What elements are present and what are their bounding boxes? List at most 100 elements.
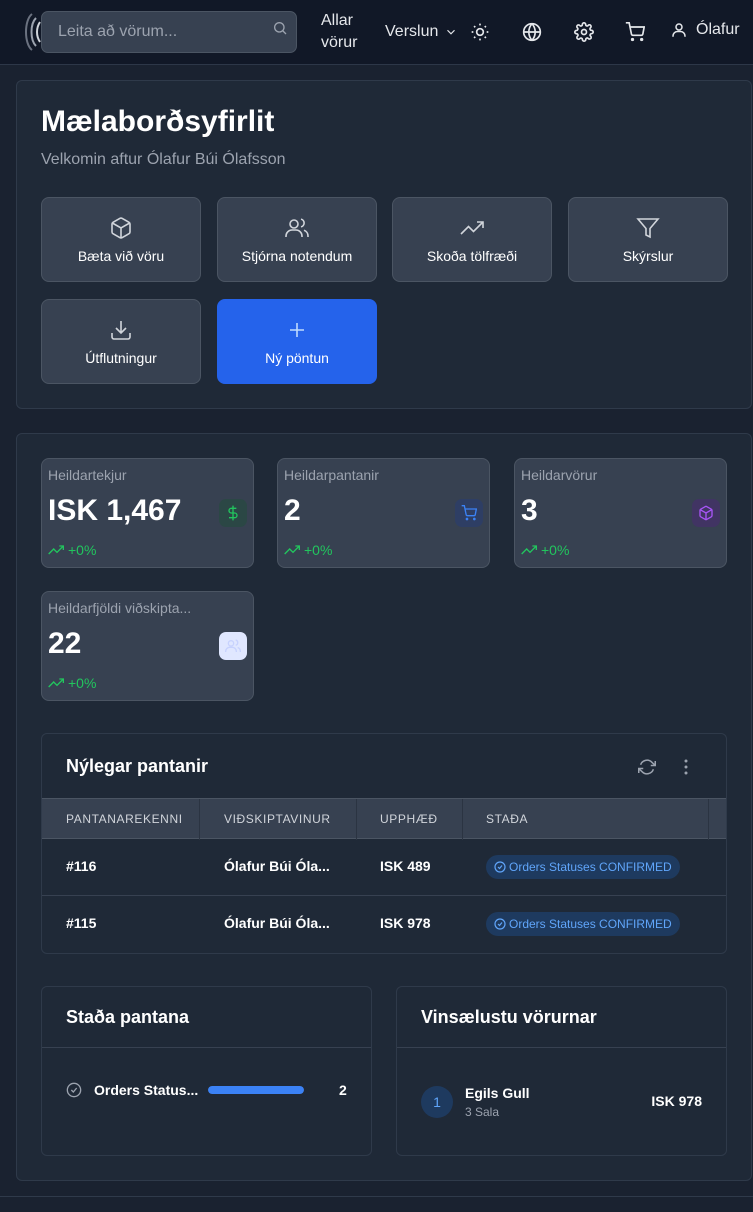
action-label: Skoða tölfræði: [426, 247, 518, 264]
table-header: PANTANAREKENNI VIÐSKIPTAVINUR UPPHÆÐ STA…: [42, 798, 726, 840]
action-label: Bæta við vöru: [77, 247, 165, 264]
nav-all-products[interactable]: Allar vörur: [321, 10, 371, 54]
product-name[interactable]: Egils Gull: [465, 1085, 530, 1101]
trending-up-icon: [48, 545, 64, 555]
search-box[interactable]: [41, 11, 297, 53]
column-header[interactable]: VIÐSKIPTAVINUR: [224, 812, 331, 826]
top-navbar: Allar vörur Verslun Ólafur: [0, 0, 753, 65]
status-badge: Orders Statuses CONFIRMED: [486, 912, 680, 936]
stat-badge: [455, 499, 483, 527]
stat-trend: +0%: [48, 675, 96, 691]
status-progress-bar: [208, 1086, 304, 1094]
order-customer: Ólafur Búi Óla...: [224, 858, 330, 874]
column-header[interactable]: UPPHÆÐ: [380, 812, 438, 826]
recent-orders-card: Nýlegar pantanir PANTANAREKENNI VIÐSKIPT…: [41, 733, 727, 954]
nav-shop-label: Verslun: [385, 23, 439, 40]
stat-card-customers: Heildarfjöldi viðskipta... 22 +0%: [41, 591, 254, 701]
stat-value: 3: [521, 494, 538, 527]
action-label: Útflutningur: [85, 349, 157, 366]
refresh-icon[interactable]: [638, 758, 656, 776]
trending-up-icon: [284, 545, 300, 555]
check-circle-icon: [494, 861, 506, 873]
status-row: Orders Status...: [66, 1082, 198, 1098]
gear-icon[interactable]: [574, 22, 594, 42]
stat-trend-value: +0%: [541, 542, 570, 558]
rank-badge: 1: [421, 1086, 453, 1118]
add-product-button[interactable]: Bæta við vöru: [41, 197, 201, 282]
recent-orders-title: Nýlegar pantanir: [66, 756, 209, 776]
plus-icon: [290, 322, 304, 337]
status-text: Orders Statuses CONFIRMED: [509, 860, 672, 874]
table-row[interactable]: #116 Ólafur Búi Óla... ISK 489 Orders St…: [42, 839, 726, 896]
stat-value: ISK 1,467: [48, 494, 182, 527]
chevron-down-icon: [447, 29, 456, 35]
order-customer: Ólafur Búi Óla...: [224, 915, 330, 931]
stat-trend: +0%: [521, 542, 569, 558]
stat-card-revenue: Heildartekjur ISK 1,467 +0%: [41, 458, 254, 568]
column-header[interactable]: STAÐA: [486, 812, 528, 826]
column-header[interactable]: PANTANAREKENNI: [66, 812, 183, 826]
cart-icon[interactable]: [625, 22, 645, 42]
more-vertical-icon[interactable]: [682, 758, 690, 776]
view-statistics-button[interactable]: Skoða tölfræði: [392, 197, 552, 282]
stat-trend-value: +0%: [68, 675, 97, 691]
download-icon: [111, 320, 131, 340]
stat-trend: +0%: [284, 542, 332, 558]
popular-products-card: Vinsælustu vörurnar 1 Egils Gull 3 Sala …: [396, 986, 727, 1156]
stat-label: Heildarpantanir: [284, 467, 379, 483]
status-count: 2: [339, 1082, 347, 1098]
trending-up-icon: [48, 678, 64, 688]
action-label: Skýrslur: [622, 247, 674, 264]
stat-trend-value: +0%: [304, 542, 333, 558]
page-title: Mælaborðsyfirlit: [41, 105, 275, 138]
product-sales: 3 Sala: [465, 1105, 500, 1119]
filter-icon: [636, 217, 660, 238]
user-icon: [672, 23, 686, 37]
footer-divider: [0, 1196, 753, 1197]
stat-label: Heildarfjöldi viðskipta...: [48, 600, 192, 616]
order-status-card: Staða pantana Orders Status... 2: [41, 986, 372, 1156]
user-menu[interactable]: Ólafur: [670, 21, 740, 39]
stat-badge: [692, 499, 720, 527]
dollar-icon: [228, 505, 238, 521]
status-progress-fill: [208, 1086, 304, 1094]
table-row[interactable]: #115 Ólafur Búi Óla... ISK 978 Orders St…: [42, 896, 726, 953]
manage-users-button[interactable]: Stjórna notendum: [217, 197, 377, 282]
stat-badge: [219, 632, 247, 660]
order-amount: ISK 978: [380, 915, 431, 931]
stat-card-products: Heildarvörur 3 +0%: [514, 458, 727, 568]
action-label: Stjórna notendum: [241, 247, 353, 264]
users-icon: [225, 639, 241, 652]
stat-trend-value: +0%: [68, 542, 97, 558]
status-text: Orders Statuses CONFIRMED: [509, 917, 672, 931]
order-id[interactable]: #115: [66, 915, 96, 931]
globe-icon[interactable]: [522, 22, 542, 42]
user-name: Ólafur: [696, 21, 740, 38]
order-id[interactable]: #116: [66, 858, 96, 874]
status-label: Orders Status...: [94, 1082, 199, 1098]
status-badge: Orders Statuses CONFIRMED: [486, 855, 680, 879]
search-input[interactable]: [42, 23, 262, 41]
product-price: ISK 978: [651, 1093, 702, 1109]
welcome-text: Velkomin aftur Ólafur Búi Ólafsson: [41, 151, 286, 168]
new-order-button[interactable]: Ný pöntun: [217, 299, 377, 384]
search-icon[interactable]: [272, 20, 288, 36]
trending-up-icon: [460, 220, 484, 235]
sun-icon[interactable]: [470, 22, 490, 42]
order-amount: ISK 489: [380, 858, 431, 874]
stat-badge: [219, 499, 247, 527]
stat-value: 22: [48, 627, 82, 660]
check-circle-icon: [494, 918, 506, 930]
reports-button[interactable]: Skýrslur: [568, 197, 728, 282]
package-icon: [699, 505, 713, 521]
package-icon: [111, 216, 131, 239]
check-circle-icon: [66, 1082, 82, 1098]
stat-label: Heildarvörur: [521, 467, 598, 483]
cart-icon: [461, 505, 477, 521]
nav-shop-dropdown[interactable]: Verslun: [385, 21, 458, 43]
export-button[interactable]: Útflutningur: [41, 299, 201, 384]
users-icon: [285, 217, 309, 237]
order-status-title: Staða pantana: [66, 1007, 190, 1027]
stat-value: 2: [284, 494, 301, 527]
trending-up-icon: [521, 545, 537, 555]
